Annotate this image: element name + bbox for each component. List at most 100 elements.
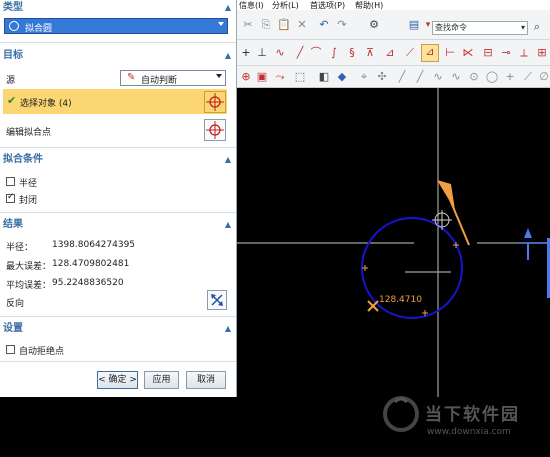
transform-icon[interactable]: ⤳	[273, 70, 287, 84]
collapse-chevron-icon[interactable]: ▲	[225, 217, 231, 232]
edit-points-label: 编辑拟合点	[6, 128, 52, 138]
crosshair-icon	[206, 121, 224, 139]
snap-curve-icon[interactable]: ╱	[413, 70, 427, 84]
target-section-header[interactable]: 目标 ▲	[0, 48, 236, 63]
conditions-section-title: 拟合条件	[3, 154, 43, 165]
dropdown-arrow-icon[interactable]	[218, 22, 224, 26]
isoparametric-icon[interactable]: ⊟	[481, 46, 495, 60]
edit-points-button[interactable]	[204, 119, 226, 141]
check-icon: ✔	[7, 94, 17, 107]
curve-length-icon[interactable]: ⟂	[517, 46, 531, 60]
select-objects-label: 选择对象 (4)	[20, 99, 72, 109]
copy-icon[interactable]: ⎘	[259, 18, 273, 32]
curve-icon-1[interactable]: ∿	[273, 46, 287, 60]
settings-section-title: 设置	[3, 323, 23, 334]
snap-center-icon[interactable]: ⊙	[467, 70, 481, 84]
snap-quadrant-icon[interactable]: ◯	[485, 70, 499, 84]
circle-type-icon	[9, 21, 19, 31]
undo-icon[interactable]: ↶	[317, 18, 331, 32]
curve-analysis-icon[interactable]: ⊞	[535, 46, 549, 60]
snap-line-icon[interactable]: ╱	[395, 70, 409, 84]
type-dropdown[interactable]: 拟合圆	[4, 18, 228, 34]
pencil-icon: ✎	[127, 72, 136, 83]
reverse-label: 反向	[6, 299, 25, 309]
project-curve-icon[interactable]: ⊼	[363, 46, 377, 60]
curve-toolbar: + ⊥ ∿ ╱ ⌒ ∫ § ⊼ ⊿ ⟋ ⊿ ⊢ ⋉ ⊟ ⊸ ⟂ ⊞	[237, 40, 550, 66]
snap-midpoint-icon[interactable]: ✣	[375, 70, 389, 84]
collapse-chevron-icon[interactable]: ▲	[225, 0, 231, 15]
offset-curve-icon[interactable]: ⊿	[383, 46, 397, 60]
box-select-icon[interactable]: ⬚	[293, 70, 307, 84]
snap-perpendicular-icon[interactable]: ⟋	[521, 70, 535, 84]
reverse-arrows-icon	[211, 294, 223, 306]
select-filter-icon[interactable]: ⚙	[367, 18, 381, 32]
snap-icon[interactable]: ⊕	[239, 70, 253, 84]
apply-button[interactable]: 应用	[144, 371, 179, 389]
fit-curve-icon[interactable]: ⊿	[421, 44, 439, 62]
reverse-button[interactable]	[207, 290, 227, 310]
avg-error-label: 平均误差：	[6, 281, 52, 291]
watermark-brand: 当下软件园	[425, 405, 520, 425]
redo-icon[interactable]: ↷	[335, 18, 349, 32]
snap-intersection-icon[interactable]: ∿	[449, 70, 463, 84]
radius-checkbox-label: 半径	[19, 179, 38, 189]
command-finder-icon[interactable]: ▤	[407, 18, 421, 32]
conditions-section-header[interactable]: 拟合条件 ▲	[0, 152, 236, 167]
intersect-curve-icon[interactable]: ⋉	[461, 46, 475, 60]
auto-remove-points-label: 自动拒绝点	[19, 347, 65, 357]
auto-remove-points-checkbox[interactable]	[6, 345, 15, 354]
collapse-chevron-icon[interactable]: ▲	[225, 48, 231, 63]
collapse-chevron-icon[interactable]: ▲	[225, 152, 231, 167]
menu-bar: 信息(I) 分析(L) 首选项(P) 帮助(H)	[237, 0, 550, 10]
view-cube-icon[interactable]: ◧	[317, 70, 331, 84]
paste-icon[interactable]: 📋	[277, 18, 291, 32]
spline-icon[interactable]: ∫	[327, 46, 341, 60]
solid-icon[interactable]: ◆	[335, 70, 349, 84]
snap-tangent-icon[interactable]: ∿	[431, 70, 445, 84]
avg-error-value: 95.2248836520	[52, 278, 124, 288]
cut-icon[interactable]: ✂	[241, 18, 255, 32]
radius-checkbox[interactable]	[6, 177, 15, 186]
delete-icon[interactable]: ✕	[295, 18, 309, 32]
closed-checkbox-label: 封闭	[19, 196, 38, 206]
type-section-header[interactable]: 类型 ▲	[0, 0, 236, 15]
graphics-window[interactable]: 128.4710	[237, 88, 550, 397]
max-error-canvas-label: 128.4710	[379, 295, 422, 305]
search-icon[interactable]: ⌕	[530, 20, 544, 34]
arc-icon[interactable]: ⌒	[309, 46, 323, 60]
select-objects-row[interactable]: ✔ 选择对象 (4)	[3, 89, 227, 114]
radius-result-value: 1398.8064274395	[52, 240, 136, 250]
canvas-drawing	[237, 88, 550, 397]
dropdown-arrow-icon[interactable]: ▾	[521, 22, 525, 34]
snap-endpoint-icon[interactable]: ⌖	[357, 70, 371, 84]
source-dropdown[interactable]: ✎ 自动判断	[120, 70, 226, 86]
line-icon[interactable]: ╱	[293, 46, 307, 60]
selection-toolbar: ⊕ ▣ ⤳ ⬚ ◧ ◆ ⌖ ✣ ╱ ╱ ∿ ∿ ⊙ ◯ + ⟋ ∅	[237, 66, 550, 88]
snap-all-icon[interactable]: ∅	[537, 70, 550, 84]
ok-button[interactable]: < 确定 >	[97, 371, 138, 389]
collapse-chevron-icon[interactable]: ▲	[225, 321, 231, 336]
extend-curve-icon[interactable]: ⊢	[443, 46, 457, 60]
command-search-input[interactable]: 查找命令 ▾	[432, 21, 528, 35]
select-objects-button[interactable]	[204, 91, 226, 113]
watermark-logo-icon	[381, 392, 421, 436]
crosshair-icon	[206, 93, 224, 111]
cursor-crosshair-icon	[432, 210, 452, 230]
trim-curve-icon[interactable]: ⊸	[499, 46, 513, 60]
point-icon[interactable]: +	[239, 46, 253, 60]
settings-section-header[interactable]: 设置 ▲	[0, 321, 236, 336]
datum-plane-icon[interactable]: ⊥	[255, 46, 269, 60]
result-section-title: 结果	[3, 219, 23, 230]
select-rect-icon[interactable]: ▣	[255, 70, 269, 84]
triad-widget-icon	[519, 228, 550, 298]
max-error-value: 128.4709802481	[52, 259, 130, 269]
helix-icon[interactable]: §	[345, 46, 359, 60]
snap-point-icon[interactable]: +	[503, 70, 517, 84]
source-label: 源	[6, 76, 16, 86]
target-section-title: 目标	[3, 50, 23, 61]
closed-checkbox[interactable]	[6, 192, 15, 203]
dropdown-arrow-icon[interactable]	[216, 74, 222, 78]
cancel-button[interactable]: 取消	[186, 371, 226, 389]
result-section-header[interactable]: 结果 ▲	[0, 217, 236, 232]
edit-curve-icon[interactable]: ⟋	[403, 46, 417, 60]
